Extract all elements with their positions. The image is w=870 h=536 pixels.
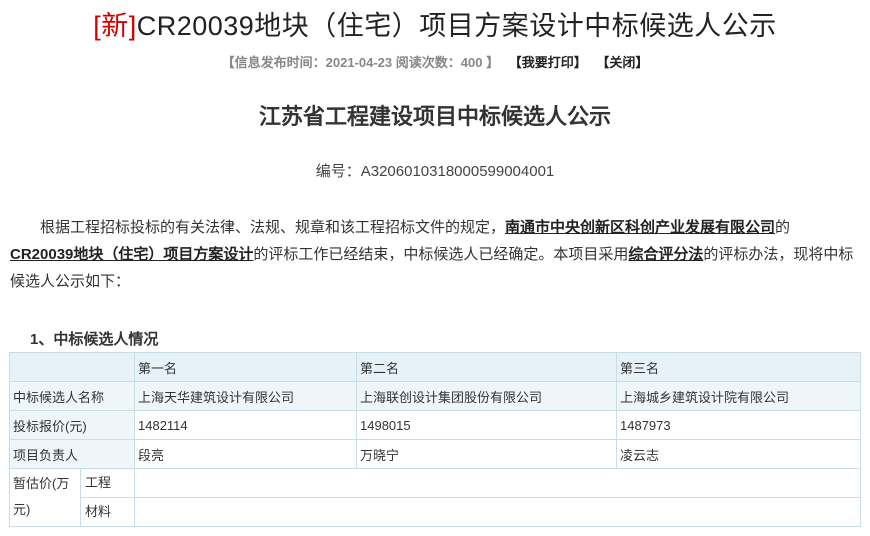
publish-date: 2021-04-23	[325, 55, 393, 70]
section-title: 1、中标候选人情况	[30, 331, 159, 348]
project-name: CR20039地块（住宅）项目方案设计	[10, 246, 254, 263]
tenderer-name: 南通市中央创新区科创产业发展有限公司	[505, 219, 776, 236]
table-cell: 1487973	[616, 410, 861, 440]
publish-meta: 【信息发布时间：2021-04-23 阅读次数：400 】 【我要打印】 【关闭…	[0, 52, 870, 71]
notice-paragraph: 根据工程招标投标的有关法律、法规、规章和该工程招标文件的规定，南通市中央创新区科…	[10, 214, 860, 295]
table-cell: 万晓宁	[356, 439, 617, 469]
candidates-table: 第一名 第二名 第三名 中标候选人名称 上海天华建筑设计有限公司 上海联创设计集…	[9, 352, 861, 527]
table-row	[10, 497, 861, 527]
rank-header: 第三名	[616, 352, 861, 382]
table-cell	[134, 468, 861, 498]
page-title: [新]CR20039地块（住宅）项目方案设计中标候选人公示	[0, 4, 870, 43]
rank-header: 第二名	[356, 352, 617, 382]
meta-suffix: 】	[486, 55, 500, 70]
estimate-sub-label: 工程	[81, 470, 134, 498]
table-cell: 段亮	[134, 439, 357, 469]
para-text-1: 根据工程招标投标的有关法律、法规、规章和该工程招标文件的规定，	[40, 219, 506, 236]
close-link[interactable]: 【关闭】	[596, 55, 648, 70]
notice-heading: 江苏省工程建设项目中标候选人公示	[258, 104, 611, 129]
table-cell: 上海天华建筑设计有限公司	[134, 381, 357, 411]
code-label: 编号：	[315, 163, 361, 180]
notice-code: 编号：A3206010318000599004001	[0, 160, 870, 181]
meta-prefix: 【信息发布时间：	[221, 55, 326, 70]
row-label: 投标报价(元)	[9, 410, 135, 440]
estimate-cell: 暂估价(万元) 工程 材料	[9, 468, 135, 527]
page-title-text: CR20039地块（住宅）项目方案设计中标候选人公示	[136, 11, 777, 41]
table-header-row: 第一名 第二名 第三名	[9, 352, 861, 382]
para-text-3: 的评标工作已经结束，中标候选人已经确定。本项目采用	[253, 246, 629, 263]
table-cell: 上海城乡建筑设计院有限公司	[616, 381, 861, 411]
row-label: 项目负责人	[9, 439, 135, 469]
evaluation-method: 综合评分法	[628, 246, 704, 263]
table-row: 中标候选人名称 上海天华建筑设计有限公司 上海联创设计集团股份有限公司 上海城乡…	[9, 381, 861, 411]
new-tag: [新]	[93, 11, 137, 41]
table-cell: 1498015	[356, 410, 617, 440]
print-link[interactable]: 【我要打印】	[509, 55, 587, 70]
para-text-2: 的	[775, 219, 791, 236]
table-cell: 凌云志	[616, 439, 861, 469]
code-value: A3206010318000599004001	[360, 163, 555, 180]
views-count: 400	[460, 55, 483, 70]
table-row: 投标报价(元) 1482114 1498015 1487973	[9, 410, 861, 440]
table-cell	[134, 497, 861, 527]
table-row: 暂估价(万元) 工程 材料	[9, 468, 861, 527]
estimate-label: 暂估价(万元)	[11, 469, 81, 526]
rank-header: 第一名	[134, 352, 357, 382]
table-cell: 上海联创设计集团股份有限公司	[356, 381, 617, 411]
estimate-sub-label: 材料	[85, 504, 112, 519]
table-corner	[9, 352, 135, 382]
views-label: 阅读次数：	[395, 55, 461, 70]
row-label: 中标候选人名称	[9, 381, 135, 411]
table-row: 项目负责人 段亮 万晓宁 凌云志	[9, 439, 861, 469]
table-cell: 1482114	[134, 410, 357, 440]
